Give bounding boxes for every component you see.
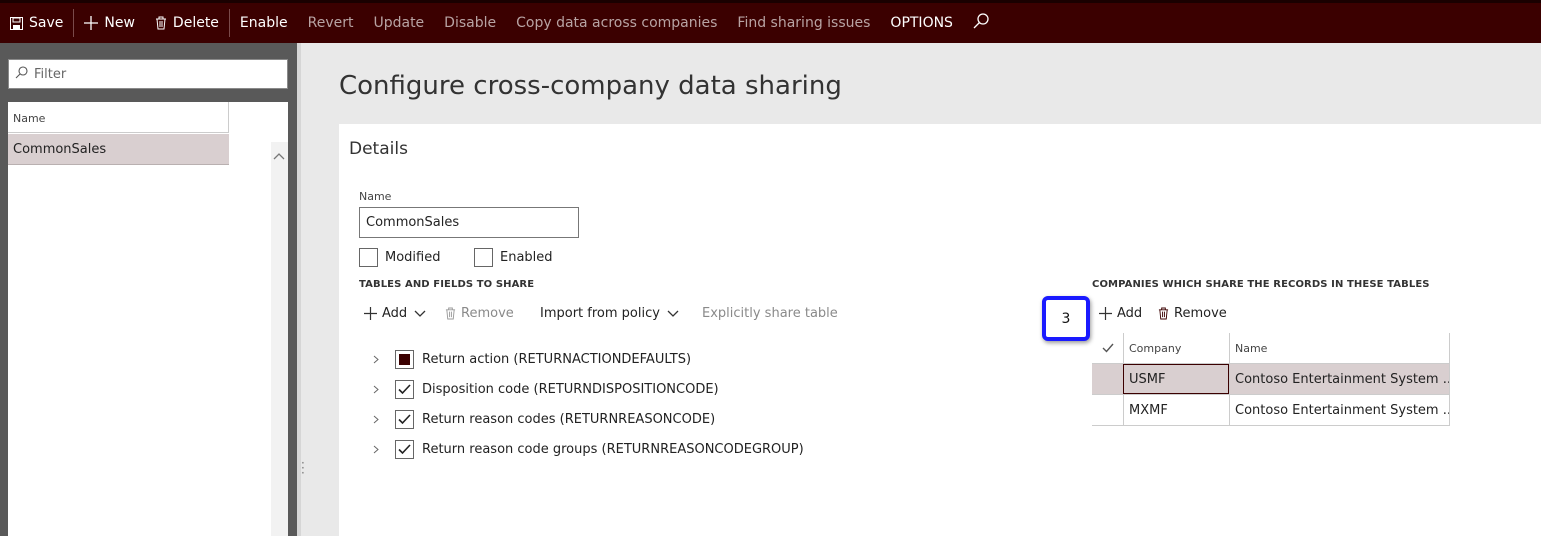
companies-section-label: COMPANIES WHICH SHARE THE RECORDS IN THE… — [1092, 279, 1430, 290]
remove-label: Remove — [461, 306, 514, 321]
chevron-up-icon[interactable] — [273, 148, 285, 164]
list-column-name[interactable]: Name — [8, 102, 229, 133]
save-icon — [10, 16, 23, 30]
plus-icon — [1099, 307, 1112, 320]
step-callout: 3 — [1042, 296, 1090, 341]
update-button[interactable]: Update — [363, 3, 434, 43]
name-cell[interactable]: Contoso Entertainment System ... — [1229, 364, 1450, 394]
tree-row[interactable]: Return reason codes (RETURNREASONCODE) — [369, 410, 715, 429]
remove-label: Remove — [1174, 306, 1227, 321]
list-scrollbar[interactable] — [271, 142, 288, 536]
filter-box[interactable] — [8, 59, 288, 89]
tree-row-label: Return reason codes (RETURNREASONCODE) — [422, 412, 716, 427]
search-icon — [15, 65, 28, 83]
tables-section-label: TABLES AND FIELDS TO SHARE — [359, 279, 535, 290]
table-row[interactable]: MXMF Contoso Entertainment System ... — [1092, 395, 1450, 426]
trash-icon — [155, 16, 167, 30]
name-label: Name — [359, 190, 392, 203]
remove-company-button[interactable]: Remove — [1158, 306, 1227, 321]
find-sharing-issues-button[interactable]: Find sharing issues — [727, 3, 880, 43]
import-label: Import from policy — [540, 306, 660, 321]
checkbox-checked[interactable] — [395, 440, 414, 459]
add-label: Add — [1117, 306, 1143, 321]
expand-arrow-icon[interactable] — [369, 385, 383, 394]
plus-icon — [84, 16, 99, 30]
plus-icon — [364, 307, 377, 320]
chevron-down-icon — [667, 310, 679, 318]
expand-arrow-icon[interactable] — [369, 415, 383, 424]
checkbox-box[interactable] — [474, 248, 493, 267]
checkbox-checked[interactable] — [395, 410, 414, 429]
grip-icon[interactable]: · · · — [301, 457, 305, 479]
tree-row[interactable]: Return reason code groups (RETURNREASONC… — [369, 440, 804, 459]
add-company-button[interactable]: Add — [1099, 306, 1142, 321]
expand-arrow-icon[interactable] — [369, 355, 383, 364]
modified-label: Modified — [385, 250, 441, 265]
row-selector[interactable] — [1092, 364, 1123, 394]
tree-row-label: Disposition code (RETURNDISPOSITIONCODE) — [422, 382, 719, 397]
add-table-button[interactable]: Add — [364, 306, 431, 321]
checkbox-checked[interactable] — [395, 380, 414, 399]
tree-row[interactable]: Return action (RETURNACTIONDEFAULTS) — [369, 350, 691, 369]
enable-button[interactable]: Enable — [230, 3, 298, 43]
company-cell[interactable]: USMF — [1123, 364, 1229, 394]
search-button[interactable] — [963, 3, 999, 43]
modified-checkbox[interactable]: Modified — [359, 248, 440, 267]
column-name[interactable]: Name — [1229, 333, 1450, 363]
list-grid: Name CommonSales — [8, 102, 288, 536]
page-title: Configure cross-company data sharing — [339, 71, 842, 101]
select-all-checkmark-icon[interactable] — [1092, 333, 1123, 363]
search-icon — [973, 13, 989, 33]
details-title: Details — [349, 139, 408, 159]
list-item[interactable]: CommonSales — [8, 134, 229, 165]
checkbox-partial[interactable] — [395, 350, 414, 369]
copy-data-button[interactable]: Copy data across companies — [506, 3, 727, 43]
companies-grid: Company Name USMF Contoso Entertainment … — [1092, 333, 1450, 426]
enabled-checkbox[interactable]: Enabled — [474, 248, 553, 267]
new-button[interactable]: New — [74, 3, 145, 43]
remove-table-button[interactable]: Remove — [445, 306, 514, 321]
new-label: New — [104, 15, 135, 31]
tree-row[interactable]: Disposition code (RETURNDISPOSITIONCODE) — [369, 380, 719, 399]
options-tab[interactable]: OPTIONS — [880, 3, 963, 43]
tree-row-label: Return reason code groups (RETURNREASONC… — [422, 442, 804, 457]
filter-input[interactable] — [34, 66, 274, 82]
column-company[interactable]: Company — [1123, 333, 1229, 363]
save-button[interactable]: Save — [0, 3, 73, 43]
details-section: Details Name Modified Enabled TABLES AND… — [339, 124, 1541, 536]
table-row[interactable]: USMF Contoso Entertainment System ... — [1092, 364, 1450, 395]
name-field[interactable] — [359, 207, 579, 238]
enabled-label: Enabled — [500, 250, 553, 265]
expand-arrow-icon[interactable] — [369, 445, 383, 454]
explicitly-share-table-button[interactable]: Explicitly share table — [702, 306, 838, 321]
trash-icon — [445, 307, 456, 320]
main-content: · · · Configure cross-company data sharing… — [297, 43, 1541, 536]
save-label: Save — [29, 15, 64, 31]
delete-button[interactable]: Delete — [145, 3, 229, 43]
company-cell[interactable]: MXMF — [1123, 395, 1229, 425]
row-selector[interactable] — [1092, 395, 1123, 425]
tree-row-label: Return action (RETURNACTIONDEFAULTS) — [422, 352, 692, 367]
name-cell[interactable]: Contoso Entertainment System ... — [1229, 395, 1450, 425]
grid-header: Company Name — [1092, 333, 1450, 364]
chevron-down-icon — [414, 310, 426, 318]
list-pane: Name CommonSales — [0, 43, 297, 536]
checkbox-box[interactable] — [359, 248, 378, 267]
revert-button[interactable]: Revert — [298, 3, 364, 43]
add-label: Add — [382, 306, 408, 321]
import-from-policy-button[interactable]: Import from policy — [540, 306, 684, 321]
delete-label: Delete — [172, 15, 219, 31]
trash-icon — [1158, 307, 1169, 320]
action-pane: Save New Delete Enable Revert Update Dis… — [0, 0, 1541, 43]
disable-button[interactable]: Disable — [434, 3, 506, 43]
